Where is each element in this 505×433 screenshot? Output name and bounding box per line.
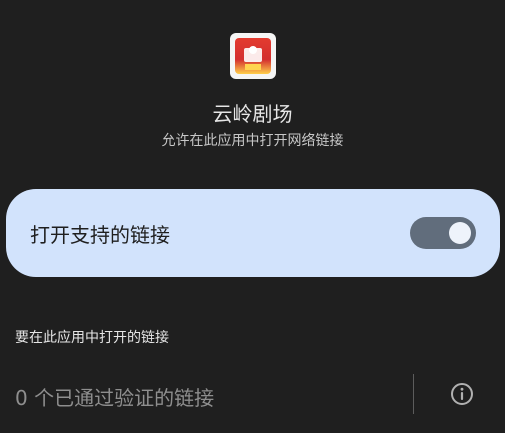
app-subtitle: 允许在此应用中打开网络链接 <box>161 133 344 149</box>
app-name: 云岭剧场 <box>212 102 293 126</box>
toggle-knob <box>449 222 471 244</box>
open-supported-links-toggle[interactable] <box>410 217 476 249</box>
row-divider <box>413 374 414 414</box>
info-icon[interactable] <box>449 381 475 407</box>
open-supported-links-label: 打开支持的链接 <box>30 223 170 247</box>
links-section-title: 要在此应用中打开的链接 <box>15 330 169 346</box>
app-icon <box>230 33 276 79</box>
app-logo <box>235 38 271 74</box>
open-supported-links-card[interactable]: 打开支持的链接 <box>6 189 500 277</box>
app-link-settings-screen: 云岭剧场 允许在此应用中打开网络链接 打开支持的链接 要在此应用中打开的链接 0… <box>0 0 505 433</box>
verified-links-count[interactable]: 0 个已通过验证的链接 <box>15 382 214 411</box>
